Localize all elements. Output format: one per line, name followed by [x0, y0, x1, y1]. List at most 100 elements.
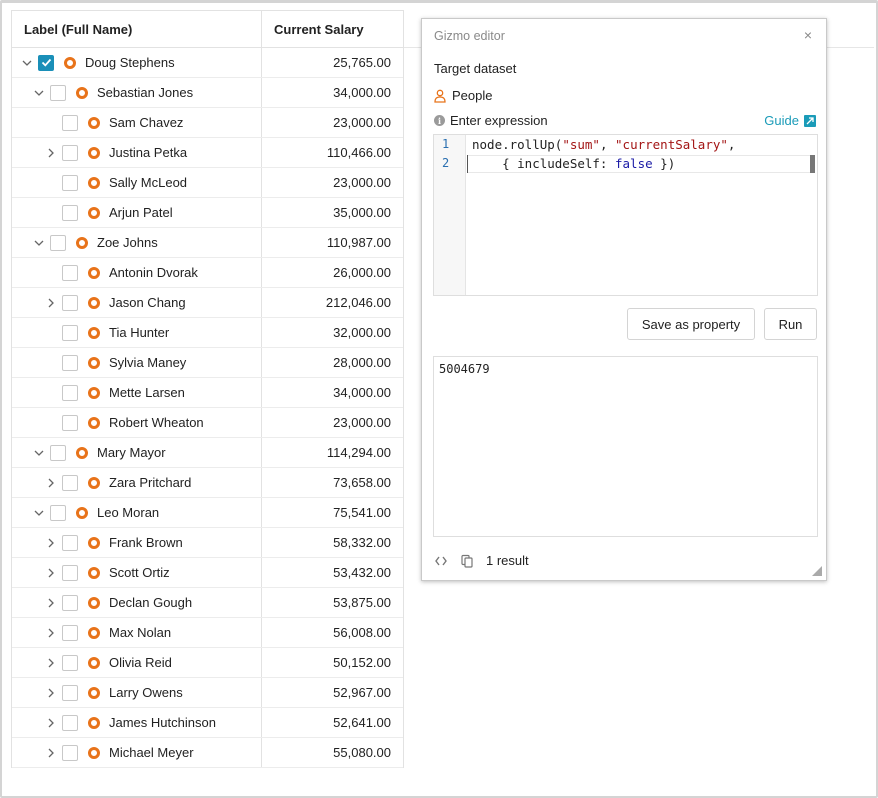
- chevron-down-icon[interactable]: [32, 86, 46, 100]
- table-row[interactable]: Robert Wheaton 23,000.00: [12, 408, 403, 438]
- close-icon[interactable]: ×: [804, 27, 812, 43]
- code-braces-icon[interactable]: [434, 554, 448, 568]
- chevron-right-icon[interactable]: [44, 476, 58, 490]
- row-checkbox[interactable]: [62, 144, 78, 161]
- label-cell: Leo Moran: [12, 498, 262, 527]
- chevron-down-icon[interactable]: [32, 236, 46, 250]
- chevron-right-icon[interactable]: [44, 716, 58, 730]
- guide-link[interactable]: Guide: [764, 113, 816, 128]
- chevron-right-icon[interactable]: [44, 686, 58, 700]
- chevron-right-icon[interactable]: [44, 746, 58, 760]
- editor-scrollbar[interactable]: [810, 155, 815, 173]
- table-row[interactable]: James Hutchinson 52,641.00: [12, 708, 403, 738]
- table-row[interactable]: Michael Meyer 55,080.00: [12, 738, 403, 768]
- row-checkbox[interactable]: [62, 594, 78, 611]
- chevron-down-icon[interactable]: [20, 56, 34, 70]
- chevron-right-icon[interactable]: [44, 146, 58, 160]
- row-name: Zara Pritchard: [109, 475, 192, 490]
- row-checkbox[interactable]: [62, 714, 78, 731]
- panel-title: Gizmo editor: [434, 29, 505, 43]
- salary-cell: 53,875.00: [333, 595, 391, 610]
- table-row[interactable]: Sally McLeod 23,000.00: [12, 168, 403, 198]
- table-row[interactable]: Sylvia Maney 28,000.00: [12, 348, 403, 378]
- row-name: Mette Larsen: [109, 385, 185, 400]
- row-checkbox[interactable]: [62, 474, 78, 491]
- table-row[interactable]: Mette Larsen 34,000.00: [12, 378, 403, 408]
- salary-cell: 55,080.00: [333, 745, 391, 760]
- run-button[interactable]: Run: [764, 308, 817, 340]
- row-checkbox[interactable]: [62, 384, 78, 401]
- table-row[interactable]: Larry Owens 52,967.00: [12, 678, 403, 708]
- row-checkbox[interactable]: [50, 504, 66, 521]
- chevron-down-icon[interactable]: [32, 506, 46, 520]
- table-row[interactable]: Sam Chavez 23,000.00: [12, 108, 403, 138]
- column-header-label[interactable]: Label (Full Name): [12, 11, 262, 47]
- column-header-salary[interactable]: Current Salary: [262, 11, 403, 47]
- table-row[interactable]: Zara Pritchard 73,658.00: [12, 468, 403, 498]
- chevron-down-icon[interactable]: [32, 446, 46, 460]
- table-row[interactable]: Sebastian Jones 34,000.00: [12, 78, 403, 108]
- row-checkbox[interactable]: [62, 294, 78, 311]
- row-checkbox[interactable]: [62, 114, 78, 131]
- table-row[interactable]: Antonin Dvorak 26,000.00: [12, 258, 403, 288]
- salary-cell: 75,541.00: [333, 505, 391, 520]
- resize-handle-icon[interactable]: [812, 566, 822, 576]
- salary-cell: 58,332.00: [333, 535, 391, 550]
- row-checkbox[interactable]: [62, 174, 78, 191]
- expression-label-row: i Enter expression: [434, 113, 548, 128]
- chevron-right-icon[interactable]: [44, 656, 58, 670]
- chevron-right-icon[interactable]: [44, 626, 58, 640]
- result-output[interactable]: 5004679: [433, 356, 818, 537]
- save-as-property-button[interactable]: Save as property: [627, 308, 755, 340]
- label-cell: Olivia Reid: [12, 648, 262, 677]
- salary-cell: 26,000.00: [333, 265, 391, 280]
- table-row[interactable]: Leo Moran 75,541.00: [12, 498, 403, 528]
- row-checkbox[interactable]: [62, 624, 78, 641]
- table-row[interactable]: Arjun Patel 35,000.00: [12, 198, 403, 228]
- table-row[interactable]: Jason Chang 212,046.00: [12, 288, 403, 318]
- row-checkbox[interactable]: [62, 204, 78, 221]
- row-checkbox[interactable]: [50, 84, 66, 101]
- row-checkbox[interactable]: [50, 234, 66, 251]
- row-checkbox[interactable]: [62, 654, 78, 671]
- table-row[interactable]: Declan Gough 53,875.00: [12, 588, 403, 618]
- table-row[interactable]: Olivia Reid 50,152.00: [12, 648, 403, 678]
- table-row[interactable]: Max Nolan 56,008.00: [12, 618, 403, 648]
- dataset-selector[interactable]: People: [434, 88, 492, 103]
- row-checkbox[interactable]: [62, 744, 78, 761]
- info-icon[interactable]: i: [434, 115, 445, 126]
- salary-cell: 110,466.00: [326, 145, 391, 160]
- row-checkbox[interactable]: [62, 684, 78, 701]
- row-name: Antonin Dvorak: [109, 265, 198, 280]
- table-row[interactable]: Justina Petka 110,466.00: [12, 138, 403, 168]
- table-row[interactable]: Frank Brown 58,332.00: [12, 528, 403, 558]
- row-checkbox[interactable]: [38, 54, 54, 71]
- node-ring-icon: [88, 716, 100, 729]
- table-row[interactable]: Mary Mayor 114,294.00: [12, 438, 403, 468]
- row-checkbox[interactable]: [62, 324, 78, 341]
- table-row[interactable]: Tia Hunter 32,000.00: [12, 318, 403, 348]
- table-row[interactable]: Scott Ortiz 53,432.00: [12, 558, 403, 588]
- row-checkbox[interactable]: [62, 354, 78, 371]
- copy-icon[interactable]: [460, 554, 474, 568]
- node-ring-icon: [88, 686, 100, 699]
- chevron-right-icon[interactable]: [44, 296, 58, 310]
- row-name: Mary Mayor: [97, 445, 166, 460]
- table-row[interactable]: Zoe Johns 110,987.00: [12, 228, 403, 258]
- row-checkbox[interactable]: [62, 414, 78, 431]
- line-gutter: 1 2: [434, 135, 466, 295]
- chevron-right-icon[interactable]: [44, 536, 58, 550]
- result-count: 1 result: [486, 553, 529, 568]
- chevron-right-icon[interactable]: [44, 566, 58, 580]
- row-checkbox[interactable]: [62, 564, 78, 581]
- salary-cell: 34,000.00: [333, 385, 391, 400]
- row-checkbox[interactable]: [62, 264, 78, 281]
- table-row[interactable]: Doug Stephens 25,765.00: [12, 48, 403, 78]
- grid-body: Doug Stephens 25,765.00 Sebastian Jones 34,…: [12, 48, 403, 768]
- code-editor[interactable]: 1 2 node.rollUp("sum", "currentSalary", …: [433, 134, 818, 296]
- chevron-right-icon[interactable]: [44, 596, 58, 610]
- row-checkbox[interactable]: [50, 444, 66, 461]
- row-checkbox[interactable]: [62, 534, 78, 551]
- row-name: Tia Hunter: [109, 325, 170, 340]
